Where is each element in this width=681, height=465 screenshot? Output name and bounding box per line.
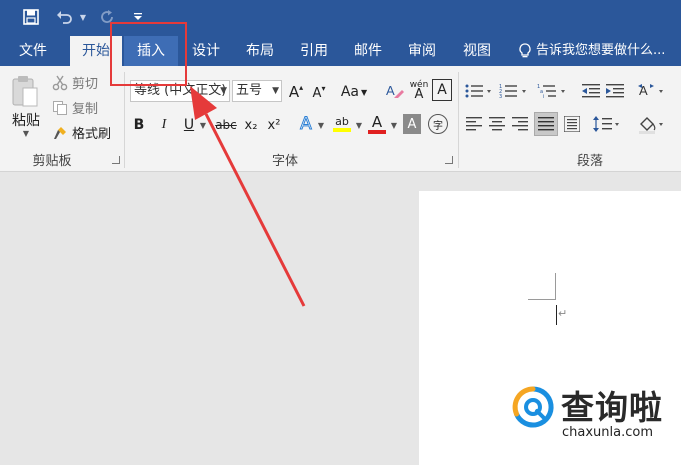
- tab-mailings[interactable]: 邮件: [342, 36, 394, 66]
- format-painter-button[interactable]: 格式刷: [52, 123, 111, 142]
- font-size-dropdown-icon[interactable]: ▼: [272, 81, 279, 101]
- grow-font-button[interactable]: A ▴: [288, 82, 304, 102]
- undo-dropdown-icon[interactable]: ▼: [78, 4, 88, 30]
- text-cursor: [556, 305, 557, 325]
- subscript-button[interactable]: x₂: [241, 114, 261, 136]
- text-effects-button[interactable]: A: [296, 113, 316, 135]
- align-left-icon[interactable]: [464, 114, 484, 134]
- enclose-characters-button[interactable]: 字: [428, 114, 448, 134]
- undo-icon[interactable]: [52, 4, 78, 30]
- text-effects-dropdown-icon[interactable]: ▼: [316, 118, 326, 132]
- group-label-paragraph: 段落: [576, 154, 603, 169]
- font-color-swatch: [368, 130, 386, 134]
- tab-design[interactable]: 设计: [180, 36, 232, 66]
- highlight-dropdown-icon[interactable]: ▼: [354, 118, 364, 132]
- svg-text:3: 3: [499, 94, 502, 99]
- change-case-button[interactable]: Aa ▼: [338, 81, 370, 103]
- numbering-icon[interactable]: 123: [498, 80, 530, 102]
- underline-dropdown-icon[interactable]: ▼: [198, 118, 208, 132]
- group-divider: [124, 72, 125, 168]
- tab-review[interactable]: 审阅: [396, 36, 448, 66]
- phonetic-guide-button[interactable]: wén A: [408, 78, 430, 102]
- watermark-text: 查询啦: [561, 388, 663, 427]
- title-bar: ▼: [0, 0, 681, 36]
- align-right-icon[interactable]: [510, 114, 530, 134]
- justify-icon[interactable]: [534, 112, 558, 136]
- highlight-button[interactable]: ab: [331, 112, 353, 136]
- watermark-url: chaxunla.com: [562, 425, 653, 440]
- paintbrush-icon: [54, 126, 66, 139]
- copy-icon: [53, 100, 67, 115]
- tab-view[interactable]: 视图: [450, 36, 504, 66]
- margin-corner-mark: [555, 273, 556, 300]
- character-shading-button[interactable]: A: [403, 114, 421, 134]
- tab-layout[interactable]: 布局: [234, 36, 286, 66]
- ribbon-home: 粘贴 ▼ 剪切 复制 格式刷 剪贴板 等线 (中文正文) ▼ 五号 ▼ A ▴ A…: [0, 66, 681, 172]
- tell-me-search[interactable]: 告诉我您想要做什么...: [518, 36, 665, 66]
- font-name-dropdown-icon[interactable]: ▼: [220, 81, 227, 101]
- change-case-dropdown-icon: ▼: [361, 87, 368, 97]
- character-border-button[interactable]: A: [432, 79, 452, 101]
- bold-button[interactable]: B: [131, 114, 147, 136]
- font-color-dropdown-icon[interactable]: ▼: [389, 118, 399, 132]
- ribbon-tabs: 文件 开始 插入 设计 布局 引用 邮件 审阅 视图 告诉我您想要做什么...: [0, 36, 681, 66]
- annotation-highlight-box: [110, 22, 187, 86]
- shading-icon[interactable]: [636, 112, 668, 136]
- margin-corner-mark: [528, 299, 556, 300]
- tab-file[interactable]: 文件: [7, 36, 59, 66]
- line-spacing-icon[interactable]: [592, 114, 622, 134]
- paste-icon[interactable]: [8, 70, 42, 114]
- save-icon[interactable]: [18, 4, 44, 30]
- multilevel-list-icon[interactable]: 1ai: [536, 80, 570, 102]
- increase-indent-icon[interactable]: [604, 80, 626, 102]
- shrink-caret-icon: ▾: [321, 83, 326, 93]
- svg-text:A: A: [386, 83, 395, 98]
- group-label-font: 字体: [271, 154, 298, 169]
- group-divider: [458, 72, 459, 168]
- watermark-logo-icon: [512, 386, 554, 428]
- font-color-button[interactable]: A: [366, 112, 388, 136]
- tell-me-text: 告诉我您想要做什么...: [536, 43, 666, 58]
- lightbulb-icon: [519, 43, 531, 58]
- grow-caret-icon: ▴: [299, 82, 304, 92]
- font-size-value: 五号: [236, 83, 263, 98]
- font-launcher-icon[interactable]: [445, 156, 453, 164]
- clear-formatting-icon[interactable]: A: [384, 80, 406, 102]
- paste-button-label[interactable]: 粘贴: [6, 110, 46, 130]
- font-size-combobox[interactable]: 五号 ▼: [232, 80, 282, 102]
- decrease-indent-icon[interactable]: [580, 80, 602, 102]
- shrink-font-button[interactable]: A ▾: [311, 84, 327, 102]
- clipboard-launcher-icon[interactable]: [112, 156, 120, 164]
- scissors-icon: [52, 75, 68, 90]
- paragraph-mark-icon: ↵: [558, 307, 568, 320]
- underline-button[interactable]: U: [181, 114, 197, 136]
- align-center-icon[interactable]: [487, 114, 507, 134]
- svg-text:i: i: [543, 94, 544, 99]
- highlight-color-swatch: [333, 128, 351, 132]
- bullets-icon[interactable]: [464, 80, 494, 102]
- copy-button[interactable]: 复制: [52, 98, 98, 117]
- distributed-icon[interactable]: [562, 114, 582, 134]
- group-label-clipboard: 剪贴板: [32, 154, 72, 169]
- superscript-button[interactable]: x²: [264, 114, 284, 136]
- strikethrough-button[interactable]: abc: [214, 114, 238, 136]
- paste-dropdown-icon[interactable]: ▼: [20, 128, 32, 138]
- italic-button[interactable]: I: [156, 114, 172, 136]
- chinese-layout-icon[interactable]: A: [636, 80, 668, 102]
- tab-references[interactable]: 引用: [288, 36, 340, 66]
- cut-button[interactable]: 剪切: [52, 73, 98, 92]
